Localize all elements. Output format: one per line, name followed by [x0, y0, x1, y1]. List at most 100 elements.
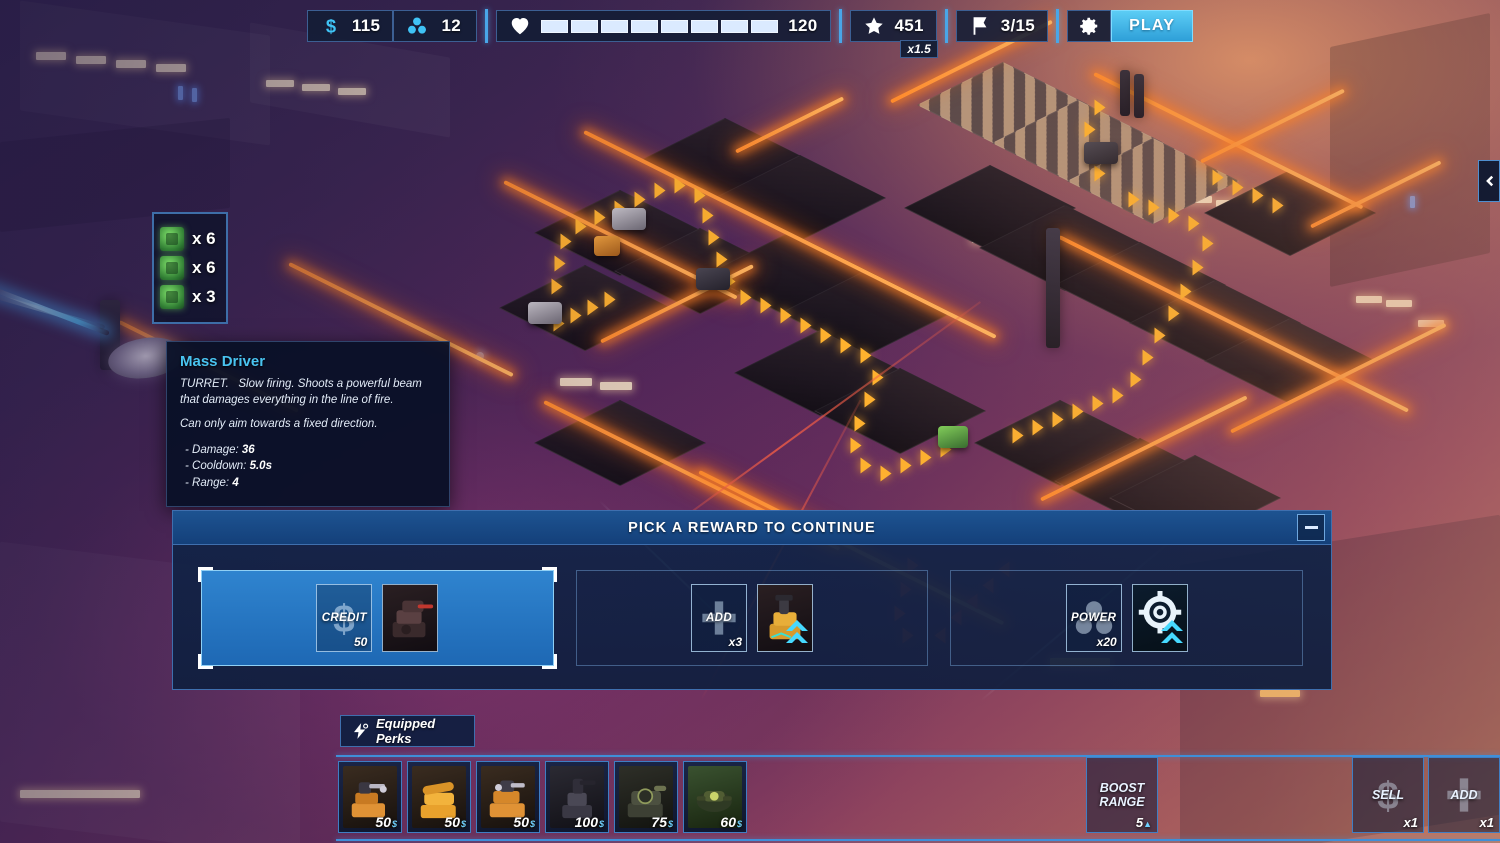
- turret-slot[interactable]: 60$: [683, 761, 747, 833]
- wave-unit-count: x 3: [192, 287, 216, 306]
- enemy-wave-composition-panel: x 6 x 6 x 3: [152, 212, 228, 324]
- selection-bracket: [198, 567, 213, 582]
- tooltip-stat-row: - Damage: 36: [185, 442, 436, 459]
- stat-value: 5.0s: [249, 460, 272, 473]
- wave-counter[interactable]: 3/15: [955, 10, 1049, 42]
- score-counter[interactable]: 451 x1.5: [849, 10, 938, 58]
- turret-slot[interactable]: 100$: [545, 761, 609, 833]
- upgrade-chevrons-icon: [1159, 617, 1185, 647]
- reward-selection-panel: PICK A REWARD TO CONTINUE $ CREDIT 50 AD…: [172, 510, 1332, 690]
- tooltip-title: Mass Driver: [180, 353, 266, 370]
- tooltip-note: Can only aim towards a fixed direction.: [180, 418, 378, 431]
- reward-primary-card: ADD x3: [691, 584, 747, 652]
- sell-qty: x1: [1403, 815, 1418, 830]
- tooltip-stats: - Damage: 36 - Cooldown: 5.0s - Range: 4: [180, 442, 436, 492]
- stat-label: - Cooldown:: [185, 460, 247, 473]
- health-segment: [631, 19, 659, 33]
- stat-label: - Damage:: [185, 443, 239, 456]
- hud-score-group: 451 x1.5: [849, 0, 938, 58]
- turret-price: 60$: [720, 814, 742, 830]
- turret-price: 50$: [513, 814, 535, 830]
- boost-range-button[interactable]: BOOST RANGE 5▲: [1086, 757, 1158, 833]
- turret-tooltip: Mass Driver TURRET. Slow firing. Shoots …: [166, 341, 450, 507]
- boost-range-label: BOOST RANGE: [1099, 780, 1145, 809]
- star-icon: [863, 15, 885, 37]
- wave-unit-count: x 6: [192, 229, 216, 248]
- credits-value: 115: [351, 16, 381, 35]
- tooltip-body: TURRET. Slow firing. Shoots a powerful b…: [180, 377, 436, 433]
- reward-option-power[interactable]: POWER x20: [950, 570, 1304, 666]
- wave-unit-row: x 6: [160, 256, 220, 280]
- wave-unit-row: x 6: [160, 227, 220, 251]
- turret-price: 50$: [375, 814, 397, 830]
- health-segment: [721, 19, 749, 33]
- tooltip-description-line: TURRET. Slow firing. Shoots a powerful b…: [180, 377, 436, 408]
- settings-button[interactable]: [1067, 10, 1112, 42]
- tooltip-stat-row: - Range: 4: [185, 475, 436, 492]
- minerals-counter[interactable]: 12: [393, 10, 478, 42]
- health-segment: [541, 19, 569, 33]
- reward-qty: x3: [728, 635, 742, 649]
- trinode-icon: [406, 15, 428, 37]
- reward-item-thumbnail: [1131, 584, 1188, 652]
- lightning-icon: [351, 722, 369, 740]
- reward-option-add[interactable]: ADD x3: [575, 570, 929, 666]
- dollar-icon: $: [320, 15, 342, 37]
- health-segment: [601, 19, 629, 33]
- turret-slot[interactable]: 50$: [476, 761, 540, 833]
- turret-price: 50$: [444, 814, 466, 830]
- minerals-value: 12: [441, 16, 461, 35]
- health-segment: [751, 19, 779, 33]
- selection-bracket: [541, 567, 557, 582]
- reward-qty: x20: [1096, 635, 1117, 649]
- add-button[interactable]: ADD x1: [1428, 757, 1500, 833]
- gear-icon: [1078, 15, 1100, 37]
- turret-price: 75$: [651, 814, 673, 830]
- score-value: 451: [894, 16, 924, 35]
- equipped-perks-label: Equipped Perks: [376, 716, 436, 746]
- reward-item-thumbnail: [757, 584, 813, 652]
- side-panel-toggle[interactable]: [1478, 160, 1500, 202]
- health-segment: [691, 19, 719, 33]
- chevron-left-icon: [1482, 174, 1496, 188]
- build-actions-row: BOOST RANGE 5▲ $ SELL x1 ADD x1: [1086, 757, 1500, 833]
- stat-label: - Range:: [185, 476, 230, 489]
- reward-word: ADD: [705, 612, 733, 624]
- add-label: ADD: [1450, 787, 1478, 802]
- turret-slot[interactable]: 50$: [407, 761, 471, 833]
- turret-price: 100$: [574, 814, 604, 830]
- health-segment: [571, 19, 599, 33]
- turret-slot[interactable]: 75$: [614, 761, 678, 833]
- svg-text:$: $: [326, 15, 336, 36]
- reward-options-row: $ CREDIT 50 ADD x3 POWER x20: [173, 545, 1331, 691]
- hud-health-group: 120: [496, 0, 831, 42]
- play-button[interactable]: PLAY: [1111, 10, 1194, 42]
- reward-option-credit[interactable]: $ CREDIT 50: [198, 567, 557, 669]
- reward-word: CREDIT: [321, 612, 367, 624]
- turret-slot-row: 50$ 50$ 50$ 100$ 75$ 60$: [338, 761, 747, 833]
- reward-primary-card: $ CREDIT 50: [316, 584, 373, 652]
- equipped-perks-tab[interactable]: Equipped Perks: [340, 715, 475, 747]
- reward-word: POWER: [1070, 612, 1117, 624]
- hud-wave-group: 3/15: [955, 0, 1049, 42]
- sell-button[interactable]: $ SELL x1: [1352, 757, 1424, 833]
- minimize-button[interactable]: [1297, 514, 1325, 541]
- health-value: 120: [788, 16, 818, 35]
- wave-value: 3/15: [1000, 16, 1036, 35]
- flag-icon: [969, 15, 991, 37]
- score-multiplier-badge: x1.5: [900, 40, 938, 58]
- turret-slot[interactable]: 50$: [338, 761, 402, 833]
- credits-counter[interactable]: $ 115: [306, 10, 394, 42]
- rail-bottom-line: [336, 839, 1500, 841]
- hud-controls-group: PLAY: [1067, 0, 1194, 42]
- reward-item-thumbnail: [382, 584, 439, 652]
- health-segment: [661, 19, 689, 33]
- hud-currency-group: $ 115 12: [306, 0, 478, 42]
- wave-unit-row: x 3: [160, 285, 220, 309]
- heart-icon: [509, 15, 531, 37]
- health-counter[interactable]: 120: [496, 10, 831, 42]
- add-qty: x1: [1479, 815, 1494, 830]
- reward-panel-header: PICK A REWARD TO CONTINUE: [173, 511, 1331, 545]
- reward-primary-card: POWER x20: [1065, 584, 1122, 652]
- tooltip-type: TURRET.: [180, 378, 229, 390]
